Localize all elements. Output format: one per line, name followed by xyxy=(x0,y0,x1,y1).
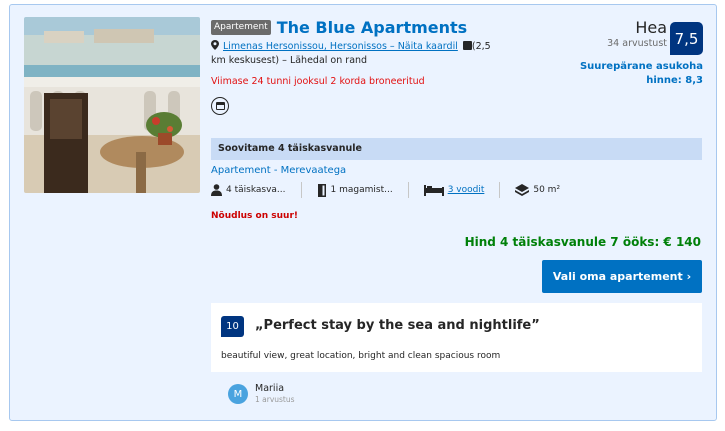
location-pin-icon xyxy=(211,40,219,50)
bedrooms-label: 1 magamist... xyxy=(330,185,393,195)
property-card: Apartement The Blue Apartments Limenas H… xyxy=(9,4,717,421)
size-label: 50 m² xyxy=(533,185,561,195)
property-type-badge: Apartement xyxy=(211,19,271,35)
person-icon xyxy=(211,184,222,196)
review-footer xyxy=(211,372,702,411)
location-score: Suurepärane asukoha hinne: 8,3 xyxy=(579,61,703,86)
featured-review: 10 „Perfect stay by the sea and nightlif… xyxy=(211,303,702,411)
review-author-count: 1 arvustus xyxy=(255,395,295,404)
recommendation-bar: Soovitame 4 täiskasvanule xyxy=(211,138,702,160)
rating-word: Hea xyxy=(635,18,667,37)
price-label: Hind 4 täiskasvanule 7 ööks: € 140 xyxy=(464,235,701,249)
review-title: „Perfect stay by the sea and nightlife” xyxy=(255,318,540,333)
unit-name: Apartement - Merevaatega xyxy=(211,165,347,176)
bed-icon xyxy=(423,184,444,196)
review-text: beautiful view, great location, bright a… xyxy=(221,351,501,361)
property-name-link[interactable]: The Blue Apartments xyxy=(277,18,467,37)
review-score-badge[interactable]: 7,5 xyxy=(670,22,703,55)
kitchen-icon xyxy=(211,97,229,115)
guests-fact: 4 täiskasva... xyxy=(211,182,302,198)
property-photo[interactable] xyxy=(24,17,200,193)
size-icon xyxy=(515,184,530,196)
avatar: M xyxy=(228,384,248,404)
beds-fact: 3 voodit xyxy=(423,182,501,198)
property-info: Apartement The Blue Apartments Limenas H… xyxy=(211,17,703,115)
beds-link[interactable]: 3 voodit xyxy=(448,185,485,195)
rating-summary[interactable]: Hea 34 arvustust xyxy=(557,18,667,50)
size-fact: 50 m² xyxy=(515,182,575,198)
review-author: Mariia xyxy=(255,383,285,394)
beach-nearby: – Lähedal on rand xyxy=(282,55,368,66)
review-score: 10 xyxy=(221,316,244,337)
high-demand-notice: Nõudlus on suur! xyxy=(211,211,298,221)
door-icon xyxy=(317,183,326,197)
choose-apartment-button[interactable]: Vali oma apartement › xyxy=(542,260,702,293)
show-on-map-link[interactable]: Limenas Hersonissou, Hersonissos – Näita… xyxy=(223,41,458,52)
map-icon xyxy=(462,41,472,50)
bedrooms-fact: 1 magamist... xyxy=(317,182,409,198)
location-line: Limenas Hersonissou, Hersonissos – Näita… xyxy=(211,40,503,68)
guests-label: 4 täiskasva... xyxy=(226,185,286,195)
unit-facts: 4 täiskasva... 1 magamist... 3 voodit 50… xyxy=(211,182,590,198)
reviews-count: 34 arvustust xyxy=(607,38,667,49)
